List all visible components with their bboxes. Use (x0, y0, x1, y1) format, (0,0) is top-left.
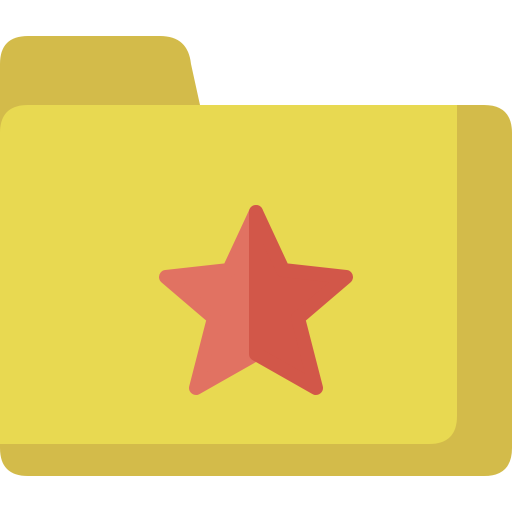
favorite-folder-icon (0, 36, 512, 476)
icon-canvas (0, 0, 512, 512)
